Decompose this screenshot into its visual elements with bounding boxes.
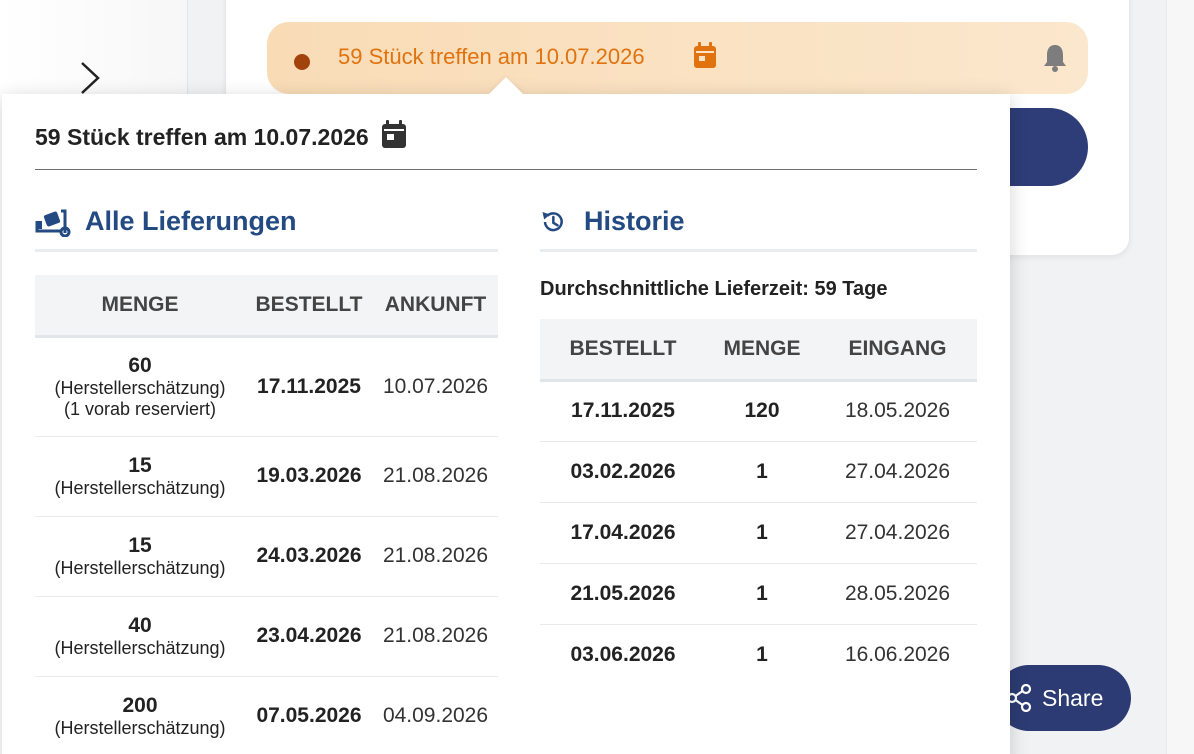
ordered-date: 07.05.2026	[245, 676, 373, 754]
chevron-right-icon[interactable]	[78, 60, 102, 96]
received-date: 18.05.2026	[818, 380, 977, 442]
ordered-date: 17.11.2025	[540, 380, 706, 442]
table-row: 40 (Herstellerschätzung) 23.04.2026 21.0…	[35, 596, 498, 677]
deliveries-section-header: Alle Lieferungen	[35, 194, 498, 252]
qty-value: 40	[128, 613, 152, 637]
deliveries-table: MENGE BESTELLT ANKUNFT 60 (Herstellersch…	[35, 275, 498, 754]
history-section-header: Historie	[540, 194, 977, 252]
qty-note: (Herstellerschätzung)	[54, 717, 226, 738]
qty-value: 15	[128, 533, 152, 557]
truck-icon	[35, 209, 71, 237]
qty-value: 15	[128, 453, 152, 477]
table-row: 03.06.2026 1 16.06.2026	[540, 624, 977, 685]
popover-title: 59 Stück treffen am 10.07.2026	[35, 124, 369, 150]
col-header-eingang: EINGANG	[818, 319, 977, 382]
history-icon	[542, 211, 563, 231]
ordered-date: 23.04.2026	[245, 596, 373, 677]
calendar-icon	[381, 120, 406, 148]
ordered-date: 19.03.2026	[245, 436, 373, 517]
average-delivery-time: Durchschnittliche Lieferzeit: 59 Tage	[540, 278, 888, 300]
received-date: 27.04.2026	[818, 502, 977, 564]
col-header-ankunft: ANKUNFT	[373, 275, 498, 338]
qty-note: (Herstellerschätzung)	[54, 477, 226, 498]
qty-note: (Herstellerschätzung)	[54, 377, 226, 398]
col-header-bestellt: BESTELLT	[245, 275, 373, 338]
ordered-date: 17.04.2026	[540, 502, 706, 564]
qty-value: 1	[706, 563, 818, 625]
status-dot	[294, 54, 310, 70]
qty-value: 200	[122, 693, 158, 717]
ordered-date: 21.05.2026	[540, 563, 706, 625]
ordered-date: 03.06.2026	[570, 642, 676, 666]
col-header-bestellt: BESTELLT	[540, 319, 706, 382]
ordered-date: 24.03.2026	[245, 516, 373, 597]
received-date: 27.04.2026	[818, 441, 977, 503]
delivery-popover: 59 Stück treffen am 10.07.2026 Alle Lief…	[2, 77, 1010, 754]
bell-icon[interactable]	[1041, 43, 1069, 73]
qty-cell: 200 (Herstellerschätzung)	[35, 676, 245, 754]
table-row: 03.02.2026 1 27.04.2026	[540, 441, 977, 503]
table-row: 15 (Herstellerschätzung) 24.03.2026 21.0…	[35, 516, 498, 597]
arrival-date: 04.09.2026	[373, 676, 498, 754]
qty-cell: 40 (Herstellerschätzung)	[35, 596, 245, 677]
qty-cell: 15 (Herstellerschätzung)	[35, 516, 245, 597]
qty-cell: 15 (Herstellerschätzung)	[35, 436, 245, 517]
table-row: 17.04.2026 1 27.04.2026	[540, 502, 977, 564]
table-row: 60 (Herstellerschätzung) (1 vorab reserv…	[35, 336, 498, 437]
calendar-icon	[694, 42, 716, 68]
col-header-menge: MENGE	[706, 319, 818, 382]
qty-value: 1	[706, 502, 818, 564]
ordered-date: 17.11.2025	[245, 336, 373, 437]
received-date: 16.06.2026	[844, 642, 951, 666]
qty-value: 60	[128, 353, 152, 377]
status-text: 59 Stück treffen am 10.07.2026	[338, 44, 645, 69]
history-title: Historie	[584, 206, 685, 236]
share-button[interactable]: Share	[996, 665, 1131, 731]
qty-cell: 60 (Herstellerschätzung) (1 vorab reserv…	[35, 336, 245, 437]
table-row: 17.11.2025 120 18.05.2026	[540, 380, 977, 442]
arrival-date: 21.08.2026	[373, 436, 498, 517]
share-label: Share	[1042, 684, 1104, 711]
arrival-date: 21.08.2026	[373, 516, 498, 597]
qty-note: (Herstellerschätzung)	[54, 557, 226, 578]
table-row: 200 (Herstellerschätzung) 07.05.2026 04.…	[35, 676, 498, 754]
qty-note: (Herstellerschätzung)	[54, 637, 226, 658]
deliveries-title: Alle Lieferungen	[85, 206, 297, 236]
popover-header: 59 Stück treffen am 10.07.2026	[35, 118, 977, 170]
table-row: 21.05.2026 1 28.05.2026	[540, 563, 977, 625]
qty-note-reserved: (1 vorab reserviert)	[63, 398, 217, 419]
table-row: 15 (Herstellerschätzung) 19.03.2026 21.0…	[35, 436, 498, 517]
right-scroll-strip	[1166, 0, 1194, 754]
qty-value: 1	[756, 642, 768, 666]
col-header-menge: MENGE	[35, 275, 245, 338]
stock-status-banner[interactable]: 59 Stück treffen am 10.07.2026	[267, 22, 1088, 94]
received-date: 28.05.2026	[818, 563, 977, 625]
qty-value: 1	[706, 441, 818, 503]
arrival-date: 10.07.2026	[373, 336, 498, 437]
history-table: BESTELLT MENGE EINGANG 17.11.2025 120 18…	[540, 319, 977, 685]
arrival-date: 21.08.2026	[373, 596, 498, 677]
ordered-date: 03.02.2026	[540, 441, 706, 503]
qty-value: 120	[706, 380, 818, 442]
